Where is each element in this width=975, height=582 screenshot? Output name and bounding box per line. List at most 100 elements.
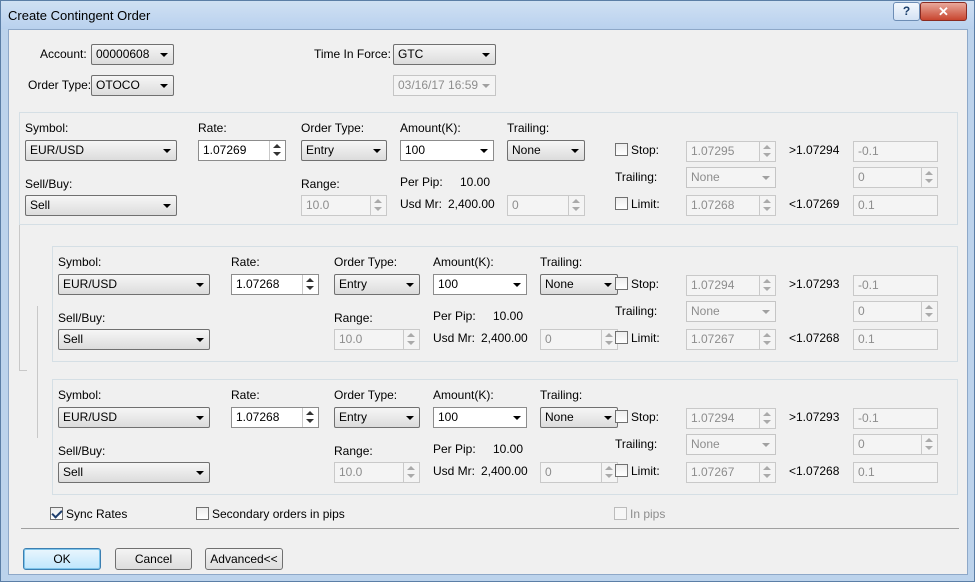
spin-down-icon xyxy=(407,474,415,478)
limit-rate-input[interactable]: 1.07268 xyxy=(686,195,776,216)
stop-rate-spinner[interactable] xyxy=(759,409,775,428)
chevron-down-icon xyxy=(513,416,521,420)
rate-input[interactable]: 1.07268 xyxy=(231,274,319,295)
trailing-pips-spinner[interactable] xyxy=(921,435,937,454)
side-dropdown[interactable]: Sell xyxy=(58,329,210,350)
stop-checkbox[interactable] xyxy=(615,143,628,156)
limit-pips-input[interactable]: 0.1 xyxy=(853,195,938,216)
trailing-pips-input[interactable]: 0 xyxy=(853,167,938,188)
dialog-window: Create Contingent Order ? ✕ Account: 000… xyxy=(0,0,975,582)
advanced-button[interactable]: Advanced<< xyxy=(205,548,283,570)
range-spinner[interactable] xyxy=(370,196,386,215)
order-type-dropdown[interactable]: Entry xyxy=(334,407,420,428)
symbol-dropdown[interactable]: EUR/USD xyxy=(58,274,210,295)
per-pip-value: 10.00 xyxy=(460,175,491,189)
side-dropdown[interactable]: Sell xyxy=(25,195,177,216)
range-input[interactable]: 10.0 xyxy=(334,329,420,350)
stop-rate-spinner[interactable] xyxy=(759,142,775,161)
stop-rate-input[interactable]: 1.07294 xyxy=(686,408,776,429)
range-spinner[interactable] xyxy=(403,463,419,482)
expiry-datetime[interactable]: 03/16/17 16:59 xyxy=(393,75,496,96)
stop-rate-spinner[interactable] xyxy=(759,276,775,295)
trailing-stop-dropdown[interactable]: None xyxy=(686,167,776,188)
symbol-dropdown[interactable]: EUR/USD xyxy=(58,407,210,428)
stop-label: Stop: xyxy=(631,410,660,424)
trailing-dropdown[interactable]: None xyxy=(507,140,585,161)
sync-rates-checkbox[interactable] xyxy=(50,507,63,520)
stop-pips-input[interactable]: -0.1 xyxy=(853,408,938,429)
footer-divider xyxy=(21,528,959,529)
account-dropdown[interactable]: 00000608 xyxy=(91,44,174,65)
trailing-stop-dropdown[interactable]: None xyxy=(686,301,776,322)
margin-spinner[interactable] xyxy=(568,196,584,215)
help-button[interactable]: ? xyxy=(893,2,920,21)
limit-rate-input[interactable]: 1.07267 xyxy=(686,462,776,483)
amount-dropdown[interactable]: 100 xyxy=(400,140,494,161)
stop-checkbox[interactable] xyxy=(615,277,628,290)
side-value: Sell xyxy=(63,465,84,479)
stop-pips-value: -0.1 xyxy=(858,278,879,292)
spin-up-icon xyxy=(306,278,314,282)
limit-rate-spinner[interactable] xyxy=(759,330,775,349)
usd-mr-value: 2,400.00 xyxy=(481,331,528,345)
stop-checkbox[interactable] xyxy=(615,410,628,423)
range-value: 10.0 xyxy=(339,332,363,346)
stop-pips-input[interactable]: -0.1 xyxy=(853,141,938,162)
rate-label: Rate: xyxy=(231,255,260,269)
trailing-pips-value: 0 xyxy=(858,437,865,451)
rate-spinner[interactable] xyxy=(269,141,285,160)
limit-label: Limit: xyxy=(631,331,660,345)
limit-checkbox[interactable] xyxy=(615,464,628,477)
margin-input[interactable]: 0 xyxy=(507,195,585,216)
limit-checkbox[interactable] xyxy=(615,331,628,344)
side-dropdown[interactable]: Sell xyxy=(58,462,210,483)
margin-value: 0 xyxy=(545,332,552,346)
order-type-dropdown[interactable]: Entry xyxy=(301,140,387,161)
limit-pips-input[interactable]: 0.1 xyxy=(853,462,938,483)
in-pips-checkbox[interactable] xyxy=(614,507,627,520)
trailing-pips-spinner[interactable] xyxy=(921,302,937,321)
stop-rate-input[interactable]: 1.07295 xyxy=(686,141,776,162)
stop-rate-input[interactable]: 1.07294 xyxy=(686,275,776,296)
spin-down-icon xyxy=(763,420,771,424)
margin-input[interactable]: 0 xyxy=(540,462,618,483)
spin-up-icon xyxy=(925,171,933,175)
tif-dropdown[interactable]: GTC xyxy=(393,44,496,65)
limit-rate-spinner[interactable] xyxy=(759,463,775,482)
trailing-stop-value: None xyxy=(691,304,720,318)
limit-rate-input[interactable]: 1.07267 xyxy=(686,329,776,350)
trailing-pips-input[interactable]: 0 xyxy=(853,301,938,322)
secondary-pips-checkbox[interactable] xyxy=(196,507,209,520)
rate-spinner[interactable] xyxy=(302,408,318,427)
range-input[interactable]: 10.0 xyxy=(334,462,420,483)
order-type-dropdown[interactable]: OTOCO xyxy=(91,75,174,96)
trailing-dropdown[interactable]: None xyxy=(540,274,618,295)
title-bar[interactable]: Create Contingent Order ? ✕ xyxy=(1,1,974,29)
trailing-dropdown[interactable]: None xyxy=(540,407,618,428)
tif-value: GTC xyxy=(398,47,424,61)
rate-input[interactable]: 1.07269 xyxy=(198,140,286,161)
trailing-stop-dropdown[interactable]: None xyxy=(686,434,776,455)
range-spinner[interactable] xyxy=(403,330,419,349)
amount-dropdown[interactable]: 100 xyxy=(433,407,527,428)
order-type-dropdown[interactable]: Entry xyxy=(334,274,420,295)
close-button[interactable]: ✕ xyxy=(920,2,967,21)
limit-pips-input[interactable]: 0.1 xyxy=(853,329,938,350)
ok-button[interactable]: OK xyxy=(23,548,101,570)
limit-rate-spinner[interactable] xyxy=(759,196,775,215)
range-input[interactable]: 10.0 xyxy=(301,195,387,216)
spin-up-icon xyxy=(763,199,771,203)
limit-checkbox[interactable] xyxy=(615,197,628,210)
trailing-pips-input[interactable]: 0 xyxy=(853,434,938,455)
chevron-down-icon xyxy=(482,53,490,57)
amount-dropdown[interactable]: 100 xyxy=(433,274,527,295)
cancel-button[interactable]: Cancel xyxy=(115,548,192,570)
stop-pips-input[interactable]: -0.1 xyxy=(853,275,938,296)
symbol-dropdown[interactable]: EUR/USD xyxy=(25,140,177,161)
rate-spinner[interactable] xyxy=(302,275,318,294)
trailing-pips-spinner[interactable] xyxy=(921,168,937,187)
margin-input[interactable]: 0 xyxy=(540,329,618,350)
range-label: Range: xyxy=(334,311,373,325)
rate-input[interactable]: 1.07268 xyxy=(231,407,319,428)
spin-down-icon xyxy=(763,207,771,211)
